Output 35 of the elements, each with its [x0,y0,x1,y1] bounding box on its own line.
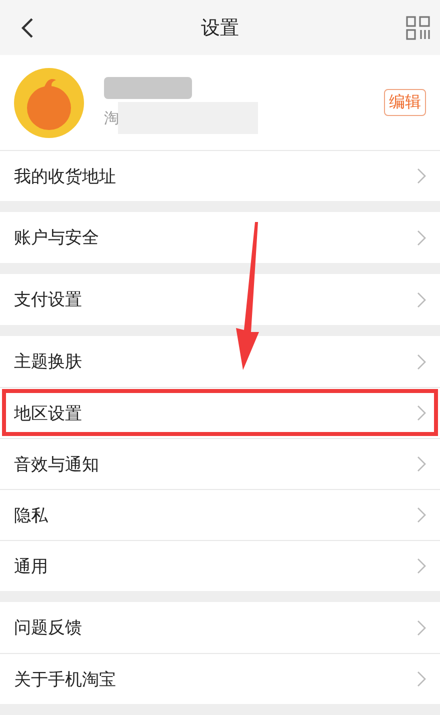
row-label: 通用 [14,556,48,578]
chevron-icon [417,620,426,636]
row-label: 隐私 [14,504,48,526]
settings-row[interactable]: 账户与安全 [0,212,440,263]
chevron-icon [417,292,426,308]
row-label: 音效与通知 [14,454,99,476]
chevron-icon [417,507,426,523]
row-label: 问题反馈 [14,617,82,639]
row-label: 支付设置 [14,289,82,311]
page-title: 设置 [201,16,239,40]
avatar[interactable] [14,68,84,138]
row-label: 关于手机淘宝 [14,668,116,690]
chevron-icon [417,354,426,370]
row-label: 账户与安全 [14,227,99,249]
settings-row[interactable]: 地区设置 [0,387,440,438]
chevron-icon [417,405,426,421]
row-label: 我的收货地址 [14,166,116,188]
settings-row[interactable]: 隐私 [0,489,440,540]
settings-row[interactable]: 音效与通知 [0,438,440,489]
settings-row[interactable]: 通用 [0,540,440,591]
account-label: 淘 [104,109,120,128]
row-label: 主题换肤 [14,351,82,373]
settings-row[interactable]: 主题换肤 [0,336,440,387]
settings-row[interactable]: 关于手机淘宝 [0,653,440,704]
chevron-icon [417,456,426,472]
settings-row[interactable]: 支付设置 [0,274,440,325]
settings-row[interactable]: 我的收货地址 [0,150,440,201]
chevron-icon [417,558,426,574]
back-icon[interactable] [20,16,34,38]
grid-icon[interactable] [406,16,430,40]
row-label: 地区设置 [14,402,82,424]
chevron-icon [417,671,426,687]
settings-row[interactable]: 问题反馈 [0,602,440,653]
chevron-icon [417,168,426,184]
chevron-icon [417,230,426,246]
